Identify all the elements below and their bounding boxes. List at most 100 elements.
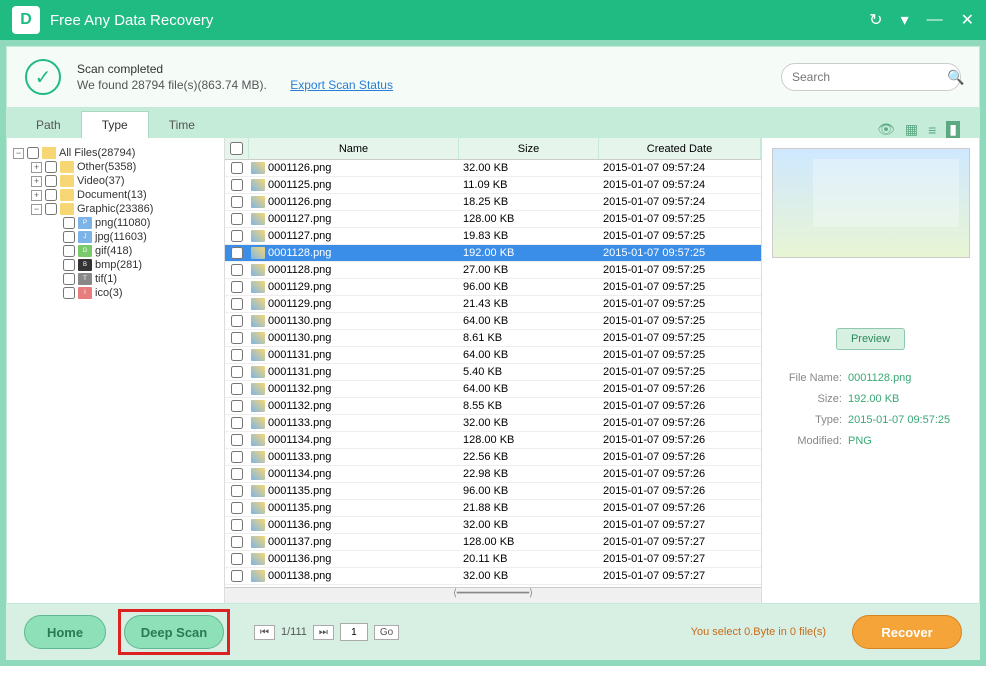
row-checkbox[interactable] bbox=[231, 366, 243, 378]
tree-other[interactable]: +Other(5358) bbox=[13, 160, 218, 174]
row-checkbox[interactable] bbox=[231, 536, 243, 548]
table-row[interactable]: 0001135.png21.88 KB2015-01-07 09:57:26 bbox=[225, 500, 761, 517]
close-icon[interactable]: ✕ bbox=[961, 10, 974, 30]
row-checkbox[interactable] bbox=[231, 264, 243, 276]
search-box[interactable]: 🔍 bbox=[781, 63, 961, 91]
eye-icon[interactable]: 👁 bbox=[877, 121, 895, 138]
file-size: 8.61 KB bbox=[459, 332, 599, 344]
table-row[interactable]: 0001135.png96.00 KB2015-01-07 09:57:26 bbox=[225, 483, 761, 500]
row-checkbox[interactable] bbox=[231, 247, 243, 259]
row-checkbox[interactable] bbox=[231, 570, 243, 582]
table-row[interactable]: 0001126.png18.25 KB2015-01-07 09:57:24 bbox=[225, 194, 761, 211]
history-icon[interactable]: ↻ bbox=[869, 10, 882, 30]
table-row[interactable]: 0001136.png32.00 KB2015-01-07 09:57:27 bbox=[225, 517, 761, 534]
image-icon bbox=[251, 366, 265, 378]
pager-go[interactable]: Go bbox=[374, 625, 399, 640]
recover-button[interactable]: Recover bbox=[852, 615, 962, 649]
file-size: 64.00 KB bbox=[459, 383, 599, 395]
table-row[interactable]: 0001128.png192.00 KB2015-01-07 09:57:25 bbox=[225, 245, 761, 262]
file-name: 0001131.png bbox=[268, 349, 331, 361]
tab-path[interactable]: Path bbox=[16, 112, 81, 138]
table-row[interactable]: 0001130.png8.61 KB2015-01-07 09:57:25 bbox=[225, 330, 761, 347]
file-list[interactable]: 0001126.png32.00 KB2015-01-07 09:57:2400… bbox=[225, 160, 761, 587]
horizontal-scrollbar[interactable]: ⟨━━━━━━━━━━━━⟩ bbox=[225, 587, 761, 603]
row-checkbox[interactable] bbox=[231, 417, 243, 429]
search-input[interactable] bbox=[792, 70, 947, 84]
table-row[interactable]: 0001128.png27.00 KB2015-01-07 09:57:25 bbox=[225, 262, 761, 279]
table-row[interactable]: 0001130.png64.00 KB2015-01-07 09:57:25 bbox=[225, 313, 761, 330]
row-checkbox[interactable] bbox=[231, 162, 243, 174]
row-checkbox[interactable] bbox=[231, 468, 243, 480]
table-row[interactable]: 0001132.png64.00 KB2015-01-07 09:57:26 bbox=[225, 381, 761, 398]
table-row[interactable]: 0001134.png128.00 KB2015-01-07 09:57:26 bbox=[225, 432, 761, 449]
table-row[interactable]: 0001133.png22.56 KB2015-01-07 09:57:26 bbox=[225, 449, 761, 466]
file-size: 22.56 KB bbox=[459, 451, 599, 463]
export-link[interactable]: Export Scan Status bbox=[290, 78, 393, 92]
row-checkbox[interactable] bbox=[231, 332, 243, 344]
home-button[interactable]: Home bbox=[24, 615, 106, 649]
file-name: 0001132.png bbox=[268, 400, 331, 412]
table-row[interactable]: 0001129.png21.43 KB2015-01-07 09:57:25 bbox=[225, 296, 761, 313]
row-checkbox[interactable] bbox=[231, 383, 243, 395]
row-checkbox[interactable] bbox=[231, 179, 243, 191]
row-checkbox[interactable] bbox=[231, 451, 243, 463]
tree-jpg[interactable]: Jjpg(11603) bbox=[13, 230, 218, 244]
row-checkbox[interactable] bbox=[231, 400, 243, 412]
table-row[interactable]: 0001127.png19.83 KB2015-01-07 09:57:25 bbox=[225, 228, 761, 245]
col-size[interactable]: Size bbox=[459, 138, 599, 159]
table-row[interactable]: 0001136.png20.11 KB2015-01-07 09:57:27 bbox=[225, 551, 761, 568]
grid-icon[interactable]: ▦ bbox=[905, 121, 918, 138]
tab-type[interactable]: Type bbox=[81, 111, 149, 138]
preview-button[interactable]: Preview bbox=[836, 328, 905, 350]
minimize-icon[interactable]: — bbox=[927, 11, 943, 29]
table-row[interactable]: 0001134.png22.98 KB2015-01-07 09:57:26 bbox=[225, 466, 761, 483]
table-row[interactable]: 0001132.png8.55 KB2015-01-07 09:57:26 bbox=[225, 398, 761, 415]
col-date[interactable]: Created Date bbox=[599, 138, 761, 159]
file-size: 96.00 KB bbox=[459, 485, 599, 497]
row-checkbox[interactable] bbox=[231, 519, 243, 531]
pager-last[interactable]: ⏭ bbox=[313, 625, 334, 640]
file-date: 2015-01-07 09:57:25 bbox=[599, 213, 761, 225]
select-all-checkbox[interactable] bbox=[230, 142, 243, 155]
row-checkbox[interactable] bbox=[231, 485, 243, 497]
table-row[interactable]: 0001138.png32.00 KB2015-01-07 09:57:27 bbox=[225, 568, 761, 585]
row-checkbox[interactable] bbox=[231, 349, 243, 361]
table-row[interactable]: 0001126.png32.00 KB2015-01-07 09:57:24 bbox=[225, 160, 761, 177]
row-checkbox[interactable] bbox=[231, 213, 243, 225]
row-checkbox[interactable] bbox=[231, 553, 243, 565]
tree-png[interactable]: Ppng(11080) bbox=[13, 216, 218, 230]
tree-gif[interactable]: Ggif(418) bbox=[13, 244, 218, 258]
deep-scan-button[interactable]: Deep Scan bbox=[124, 615, 224, 649]
table-row[interactable]: 0001131.png5.40 KB2015-01-07 09:57:25 bbox=[225, 364, 761, 381]
tree-video[interactable]: +Video(37) bbox=[13, 174, 218, 188]
file-name: 0001125.png bbox=[268, 179, 331, 191]
row-checkbox[interactable] bbox=[231, 281, 243, 293]
tree-root[interactable]: −All Files(28794) bbox=[13, 146, 218, 160]
row-checkbox[interactable] bbox=[231, 315, 243, 327]
tab-time[interactable]: Time bbox=[149, 112, 215, 138]
row-checkbox[interactable] bbox=[231, 230, 243, 242]
row-checkbox[interactable] bbox=[231, 196, 243, 208]
table-row[interactable]: 0001125.png11.09 KB2015-01-07 09:57:24 bbox=[225, 177, 761, 194]
row-checkbox[interactable] bbox=[231, 502, 243, 514]
detail-icon[interactable]: ▮ bbox=[946, 121, 960, 138]
dropdown-icon[interactable]: ▾ bbox=[901, 10, 909, 30]
tree-document[interactable]: +Document(13) bbox=[13, 188, 218, 202]
table-row[interactable]: 0001137.png128.00 KB2015-01-07 09:57:27 bbox=[225, 534, 761, 551]
row-checkbox[interactable] bbox=[231, 298, 243, 310]
tree-bmp[interactable]: Bbmp(281) bbox=[13, 258, 218, 272]
list-icon[interactable]: ≡ bbox=[928, 122, 936, 138]
pager-input[interactable] bbox=[340, 623, 368, 641]
table-row[interactable]: 0001133.png32.00 KB2015-01-07 09:57:26 bbox=[225, 415, 761, 432]
pager-first[interactable]: ⏮ bbox=[254, 625, 275, 640]
table-row[interactable]: 0001127.png128.00 KB2015-01-07 09:57:25 bbox=[225, 211, 761, 228]
table-row[interactable]: 0001129.png96.00 KB2015-01-07 09:57:25 bbox=[225, 279, 761, 296]
search-icon[interactable]: 🔍 bbox=[947, 69, 964, 86]
tree-ico[interactable]: Iico(3) bbox=[13, 286, 218, 300]
table-row[interactable]: 0001131.png64.00 KB2015-01-07 09:57:25 bbox=[225, 347, 761, 364]
file-date: 2015-01-07 09:57:26 bbox=[599, 451, 761, 463]
tree-graphic[interactable]: −Graphic(23386) bbox=[13, 202, 218, 216]
tree-tif[interactable]: Ttif(1) bbox=[13, 272, 218, 286]
col-name[interactable]: Name bbox=[249, 138, 459, 159]
row-checkbox[interactable] bbox=[231, 434, 243, 446]
